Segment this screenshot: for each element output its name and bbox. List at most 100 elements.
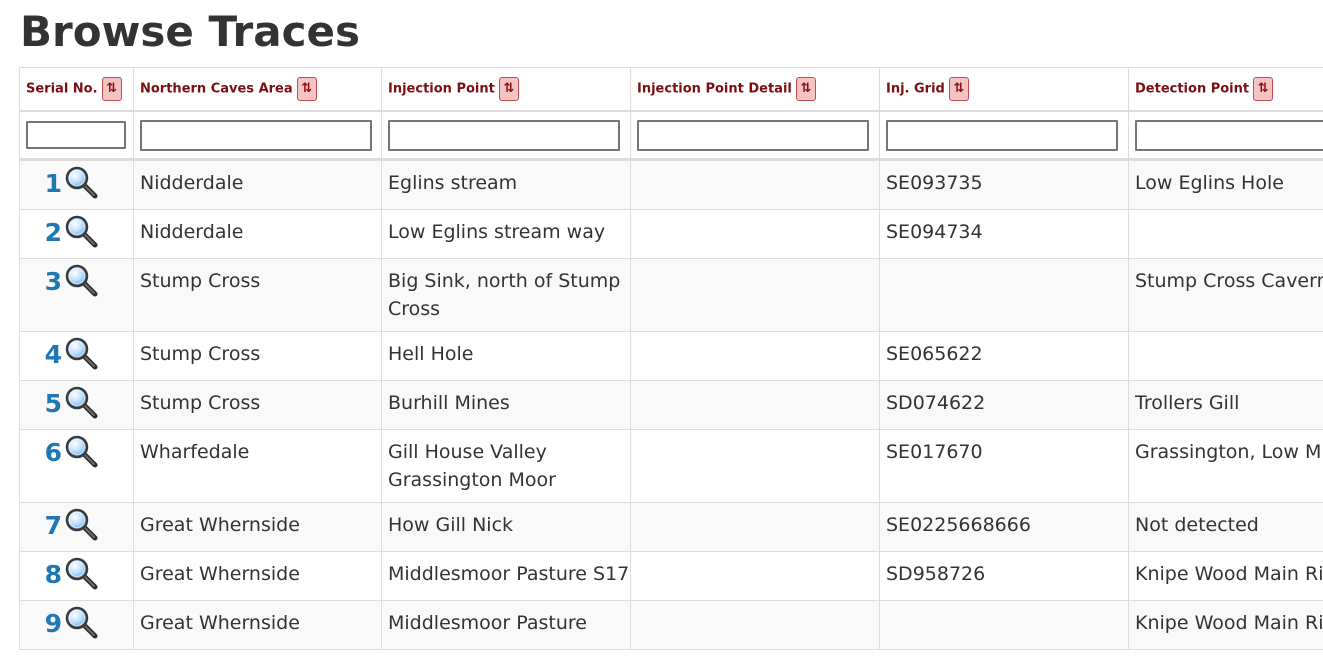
magnifying-glass-icon[interactable] <box>64 556 98 590</box>
area-cell: Nidderdale <box>133 159 382 210</box>
detection-point-cell: Stump Cross Cavern <box>1128 258 1323 332</box>
magnifying-glass-icon[interactable] <box>64 336 98 370</box>
sort-up-down-icon[interactable]: ⇅ <box>101 77 122 101</box>
area-cell: Wharfedale <box>133 429 382 503</box>
table-row: 9 Great Whernside Middlesmoor Pasture Kn… <box>19 600 1323 650</box>
inj-grid-cell: SE0225668666 <box>879 502 1129 552</box>
serial-number-link[interactable]: 8 <box>21 558 62 592</box>
table-row: 4 Stump Cross Hell Hole SE065622 <box>19 331 1323 381</box>
serial-cell: 4 <box>19 331 134 381</box>
area-cell: Great Whernside <box>133 600 382 650</box>
filter-input-northern-caves-area[interactable] <box>140 119 372 151</box>
area-cell: Stump Cross <box>133 380 382 430</box>
detection-point-cell <box>1128 209 1323 259</box>
serial-cell: 3 <box>19 258 134 332</box>
injection-point-cell: Burhill Mines <box>381 380 631 430</box>
magnifying-glass-icon[interactable] <box>64 605 98 639</box>
filter-input-serial-no[interactable] <box>26 121 126 149</box>
filter-cell <box>19 110 134 161</box>
injection-point-detail-cell <box>630 380 880 430</box>
injection-point-cell: Hell Hole <box>381 331 631 381</box>
table-row: 8 Great Whernside Middlesmoor Pasture S1… <box>19 551 1323 601</box>
page-title: Browse Traces <box>20 7 360 56</box>
serial-number-link[interactable]: 6 <box>21 436 62 470</box>
inj-grid-cell <box>879 600 1129 650</box>
column-header-label: Inj. Grid <box>886 81 945 97</box>
filter-input-injection-point[interactable] <box>388 119 620 151</box>
column-header-label: Northern Caves Area <box>140 81 293 97</box>
column-header-label: Detection Point <box>1135 81 1250 97</box>
column-header-northern-caves-area[interactable]: Northern Caves Area ⇅ <box>133 67 382 112</box>
serial-cell: 2 <box>19 209 134 259</box>
inj-grid-cell: SD074622 <box>879 380 1129 430</box>
table-header-row: Serial No. ⇅ Northern Caves Area ⇅ Injecti… <box>19 67 1323 112</box>
magnifying-glass-icon[interactable] <box>64 507 98 541</box>
area-cell: Stump Cross <box>133 331 382 381</box>
inj-grid-cell: SE065622 <box>879 331 1129 381</box>
serial-cell: 6 <box>19 429 134 503</box>
serial-number-link[interactable]: 7 <box>21 509 62 543</box>
table-row: 3 Stump Cross Big Sink, north of Stump C… <box>19 258 1323 332</box>
detection-point-cell: Grassington, Low Mi <box>1128 429 1323 503</box>
injection-point-cell: Big Sink, north of Stump Cross <box>381 258 631 332</box>
table-row: 2 Nidderdale Low Eglins stream way SE094… <box>19 209 1323 259</box>
serial-cell: 9 <box>19 600 134 650</box>
magnifying-glass-icon[interactable] <box>64 263 98 297</box>
filter-cell <box>879 110 1129 161</box>
inj-grid-cell <box>879 258 1129 332</box>
serial-number-link[interactable]: 3 <box>21 265 62 299</box>
table-row: 7 Great Whernside How Gill Nick SE022566… <box>19 502 1323 552</box>
column-header-label: Serial No. <box>26 81 98 97</box>
injection-point-detail-cell <box>630 551 880 601</box>
table-row: 1 Nidderdale Eglins stream SE093735 Low … <box>19 159 1323 210</box>
serial-number-link[interactable]: 1 <box>21 167 62 201</box>
filter-cell <box>1128 110 1323 161</box>
inj-grid-cell: SE017670 <box>879 429 1129 503</box>
magnifying-glass-icon[interactable] <box>64 214 98 248</box>
table-body: 1 Nidderdale Eglins stream SE093735 Low … <box>19 159 1323 650</box>
detection-point-cell: Not detected <box>1128 502 1323 552</box>
injection-point-detail-cell <box>630 258 880 332</box>
detection-point-cell: Knipe Wood Main Ri <box>1128 600 1323 650</box>
injection-point-detail-cell <box>630 159 880 210</box>
injection-point-cell: Low Eglins stream way <box>381 209 631 259</box>
injection-point-detail-cell <box>630 429 880 503</box>
serial-number-link[interactable]: 2 <box>21 216 62 250</box>
injection-point-cell: Eglins stream <box>381 159 631 210</box>
filter-input-detection-point[interactable] <box>1135 119 1323 151</box>
inj-grid-cell: SD958726 <box>879 551 1129 601</box>
table-filter-row <box>19 110 1323 161</box>
inj-grid-cell: SE094734 <box>879 209 1129 259</box>
detection-point-cell: Knipe Wood Main Ri <box>1128 551 1323 601</box>
serial-cell: 1 <box>19 159 134 210</box>
magnifying-glass-icon[interactable] <box>64 434 98 468</box>
injection-point-cell: Gill House Valley Grassington Moor <box>381 429 631 503</box>
column-header-label: Injection Point Detail <box>637 81 792 97</box>
serial-cell: 8 <box>19 551 134 601</box>
sort-up-down-icon[interactable]: ⇅ <box>795 77 816 101</box>
column-header-inj-grid[interactable]: Inj. Grid ⇅ <box>879 67 1129 112</box>
sort-up-down-icon[interactable]: ⇅ <box>948 77 969 101</box>
injection-point-detail-cell <box>630 502 880 552</box>
column-header-injection-point[interactable]: Injection Point ⇅ <box>381 67 631 112</box>
filter-cell <box>630 110 880 161</box>
magnifying-glass-icon[interactable] <box>64 385 98 419</box>
table-row: 6 Wharfedale Gill House Valley Grassingt… <box>19 429 1323 503</box>
filter-input-injection-point-detail[interactable] <box>637 119 869 151</box>
magnifying-glass-icon[interactable] <box>64 165 98 199</box>
column-header-detection-point[interactable]: Detection Point ⇅ <box>1128 67 1323 112</box>
filter-input-inj-grid[interactable] <box>886 119 1118 151</box>
sort-up-down-icon[interactable]: ⇅ <box>1253 77 1274 101</box>
injection-point-cell: Middlesmoor Pasture <box>381 600 631 650</box>
serial-number-link[interactable]: 4 <box>21 338 62 372</box>
sort-up-down-icon[interactable]: ⇅ <box>296 77 317 101</box>
column-header-label: Injection Point <box>388 81 495 97</box>
column-header-serial-no[interactable]: Serial No. ⇅ <box>19 67 134 112</box>
sort-up-down-icon[interactable]: ⇅ <box>498 77 519 101</box>
injection-point-detail-cell <box>630 600 880 650</box>
serial-number-link[interactable]: 9 <box>21 607 62 641</box>
table-row: 5 Stump Cross Burhill Mines SD074622 Tro… <box>19 380 1323 430</box>
column-header-injection-point-detail[interactable]: Injection Point Detail ⇅ <box>630 67 880 112</box>
injection-point-cell: Middlesmoor Pasture S17 <box>381 551 631 601</box>
serial-number-link[interactable]: 5 <box>21 387 62 421</box>
